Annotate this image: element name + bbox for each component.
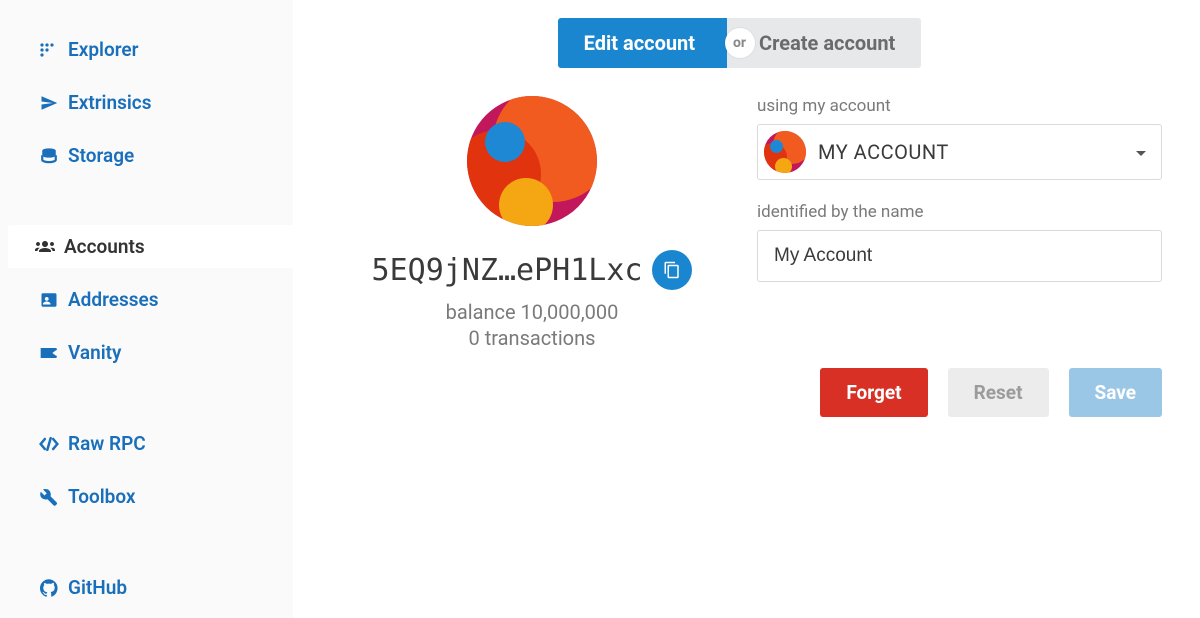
flag-icon bbox=[38, 345, 60, 361]
sidebar-item-label: Accounts bbox=[64, 235, 145, 258]
sidebar-item-extrinsics[interactable]: Extrinsics bbox=[12, 81, 281, 124]
name-field-label: identified by the name bbox=[757, 202, 1162, 222]
sidebar-item-storage[interactable]: Storage bbox=[12, 134, 281, 177]
tabs: Edit account Create account or bbox=[311, 18, 1168, 68]
forget-button[interactable]: Forget bbox=[820, 368, 927, 417]
sidebar-item-explorer[interactable]: Explorer bbox=[12, 28, 281, 71]
sidebar-item-label: Explorer bbox=[68, 38, 138, 61]
account-identicon bbox=[467, 96, 597, 226]
address-card-icon bbox=[38, 291, 60, 309]
sidebar-item-label: Extrinsics bbox=[68, 91, 151, 114]
sidebar-item-addresses[interactable]: Addresses bbox=[12, 278, 281, 321]
account-select-identicon bbox=[764, 131, 806, 173]
wrench-icon bbox=[38, 488, 60, 506]
sidebar: Explorer Extrinsics Storage Accounts Ad bbox=[0, 0, 293, 618]
app-root: Explorer Extrinsics Storage Accounts Ad bbox=[0, 0, 1200, 618]
database-icon bbox=[38, 147, 60, 165]
copy-address-button[interactable] bbox=[652, 250, 692, 290]
sidebar-item-label: Toolbox bbox=[68, 485, 136, 508]
github-icon bbox=[38, 579, 60, 597]
reset-button[interactable]: Reset bbox=[948, 368, 1049, 417]
account-card: 5EQ9jNZ…ePH1Lxc balance 10,000,000 0 tra… bbox=[347, 96, 717, 417]
sidebar-item-label: GitHub bbox=[68, 576, 127, 599]
sidebar-item-raw-rpc[interactable]: Raw RPC bbox=[12, 422, 281, 465]
sidebar-item-toolbox[interactable]: Toolbox bbox=[12, 475, 281, 518]
account-address-short: 5EQ9jNZ…ePH1Lxc bbox=[372, 253, 643, 288]
account-name-input[interactable] bbox=[757, 230, 1162, 282]
tab-or-divider: or bbox=[725, 28, 755, 58]
main-content: Edit account Create account or 5EQ9jNZ…e… bbox=[293, 0, 1200, 618]
sidebar-item-label: Vanity bbox=[68, 341, 121, 364]
chevron-down-icon bbox=[1135, 143, 1147, 162]
account-transactions: 0 transactions bbox=[469, 326, 596, 350]
copy-icon bbox=[663, 261, 681, 279]
form-actions: Forget Reset Save bbox=[757, 368, 1162, 417]
code-icon bbox=[38, 436, 60, 452]
sidebar-item-accounts[interactable]: Accounts bbox=[8, 225, 293, 268]
using-account-label: using my account bbox=[757, 96, 1162, 116]
save-button[interactable]: Save bbox=[1069, 368, 1163, 417]
sidebar-item-label: Addresses bbox=[68, 288, 159, 311]
tab-create-account[interactable]: Create account bbox=[727, 18, 921, 68]
account-select-value: MY ACCOUNT bbox=[818, 140, 949, 164]
grid-dots-icon bbox=[38, 43, 60, 57]
sidebar-item-label: Raw RPC bbox=[68, 432, 146, 455]
sidebar-item-label: Storage bbox=[68, 144, 134, 167]
edit-account-form: using my account MY ACCOUNT bbox=[757, 96, 1168, 417]
account-select-dropdown[interactable]: MY ACCOUNT bbox=[757, 124, 1162, 180]
sidebar-item-github[interactable]: GitHub bbox=[12, 566, 281, 609]
tab-edit-account[interactable]: Edit account bbox=[558, 18, 727, 68]
paper-plane-icon bbox=[38, 94, 60, 112]
users-icon bbox=[34, 239, 56, 255]
sidebar-item-vanity[interactable]: Vanity bbox=[12, 331, 281, 374]
account-balance: balance 10,000,000 bbox=[446, 300, 619, 324]
